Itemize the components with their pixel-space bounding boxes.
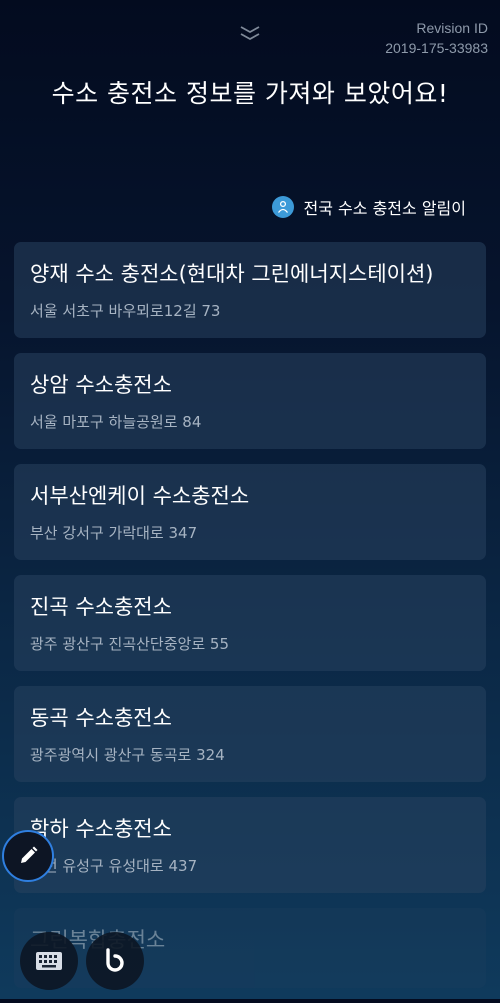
station-name: 상암 수소충전소 xyxy=(30,373,172,397)
chevron-down-icon[interactable] xyxy=(238,24,262,42)
station-address: 서울 마포구 하늘공원로 84 xyxy=(30,413,202,431)
bixby-button[interactable] xyxy=(86,932,144,990)
station-name: 동곡 수소충전소 xyxy=(30,706,172,730)
station-card[interactable]: 그린복합충전소 xyxy=(14,908,486,988)
station-card[interactable]: 진곡 수소충전소 광주 광산구 진곡산단중앙로 55 xyxy=(14,575,486,671)
keyboard-button[interactable] xyxy=(20,932,78,990)
source-label: 전국 수소 충전소 알림이 xyxy=(303,199,466,218)
station-list: 양재 수소 충전소(현대차 그린에너지스테이션) 서울 서초구 바우뫼로12길 … xyxy=(14,242,486,1003)
station-name: 서부산엔케이 수소충전소 xyxy=(30,484,250,508)
station-address: 서울 서초구 바우뫼로12길 73 xyxy=(30,302,221,320)
keyboard-icon xyxy=(36,952,62,970)
edit-button[interactable] xyxy=(2,830,54,882)
page-title: 수소 충전소 정보를 가져와 보았어요! xyxy=(51,79,449,108)
source-attribution[interactable]: 전국 수소 충전소 알림이 xyxy=(271,195,466,219)
revision-label: Revision ID xyxy=(416,20,488,36)
station-address: 광주광역시 광산구 동곡로 324 xyxy=(30,746,225,764)
revision-value: 2019-175-33983 xyxy=(385,40,488,56)
station-card[interactable]: 상암 수소충전소 서울 마포구 하늘공원로 84 xyxy=(14,353,486,449)
station-address: 대전 유성구 유성대로 437 xyxy=(30,857,198,875)
station-app-icon xyxy=(271,196,294,218)
station-name: 학하 수소충전소 xyxy=(30,817,172,841)
station-card[interactable]: 학하 수소충전소 대전 유성구 유성대로 437 xyxy=(14,797,486,893)
station-name: 양재 수소 충전소(현대차 그린에너지스테이션) xyxy=(30,262,434,286)
station-card[interactable]: 동곡 수소충전소 광주광역시 광산구 동곡로 324 xyxy=(14,686,486,782)
station-card[interactable]: 양재 수소 충전소(현대차 그린에너지스테이션) 서울 서초구 바우뫼로12길 … xyxy=(14,242,486,338)
station-card[interactable]: 서부산엔케이 수소충전소 부산 강서구 가락대로 347 xyxy=(14,464,486,560)
revision-info: Revision ID 2019-175-33983 xyxy=(385,18,488,58)
bixby-icon xyxy=(106,948,124,972)
station-name: 진곡 수소충전소 xyxy=(30,595,172,619)
station-address: 부산 강서구 가락대로 347 xyxy=(30,524,198,542)
station-address: 광주 광산구 진곡산단중앙로 55 xyxy=(30,635,229,653)
pencil-icon xyxy=(21,846,38,863)
